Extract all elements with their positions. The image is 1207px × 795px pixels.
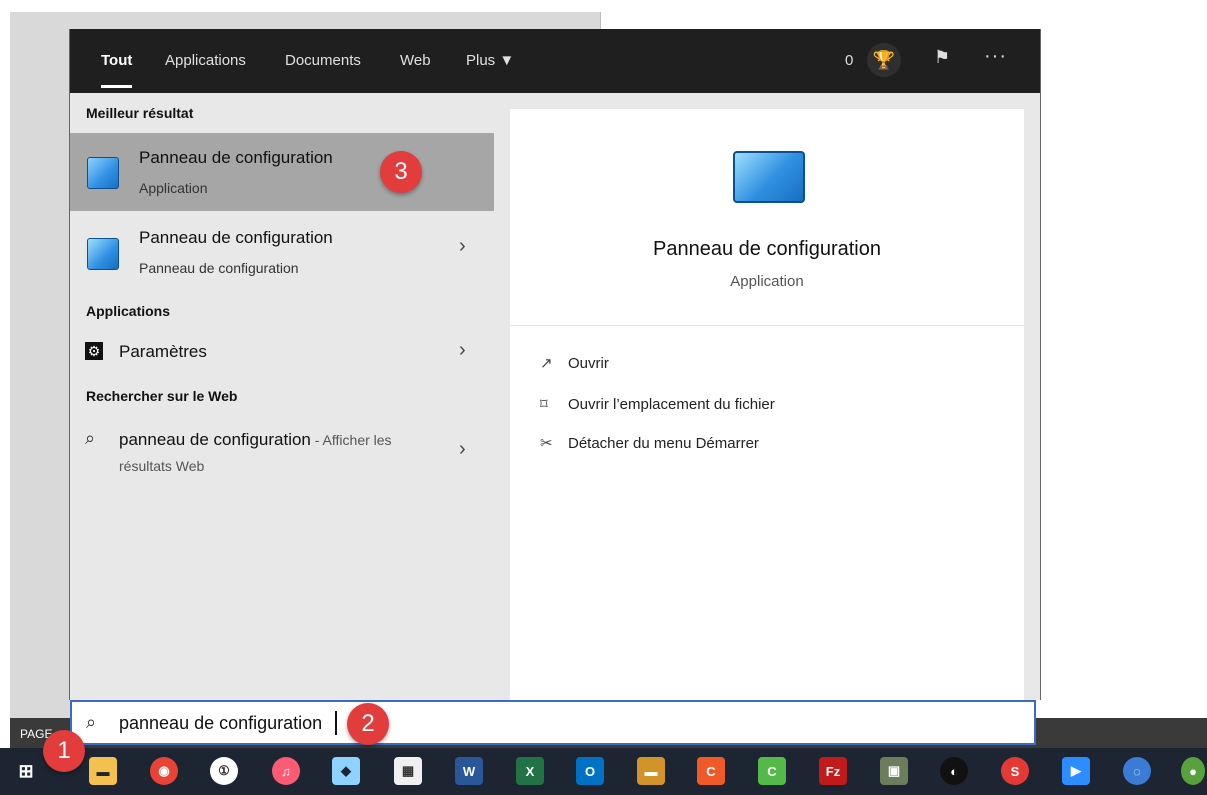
search-icon: ⌕: [86, 712, 97, 732]
gear-icon: ⚙: [85, 342, 103, 360]
preview-subtitle: Application: [730, 273, 804, 290]
app-icon[interactable]: ▬: [637, 757, 665, 785]
open-icon: ↗: [540, 355, 553, 372]
web-search-header: Rechercher sur le Web: [86, 388, 238, 404]
trophy-icon[interactable]: 🏆: [867, 43, 901, 77]
web-query-text: panneau de configuration: [119, 430, 311, 449]
tab-applications[interactable]: Applications: [165, 52, 246, 69]
rewards-points: 0: [845, 52, 854, 69]
preview-pane: Panneau de configuration Application ↗ Ou…: [510, 109, 1024, 700]
settings-label: Paramètres: [119, 342, 207, 361]
search-icon: ⌕: [85, 428, 96, 448]
best-match-title: Panneau de configuration: [139, 148, 333, 167]
control-panel-icon: [733, 151, 805, 203]
control-panel-icon: [87, 238, 119, 270]
chevron-right-icon[interactable]: ›: [459, 438, 466, 461]
excel-icon[interactable]: X: [516, 757, 544, 785]
filezilla-icon[interactable]: Fz: [819, 757, 847, 785]
applications-header: Applications: [86, 303, 171, 319]
results-list: Meilleur résultat Panneau de configurati…: [70, 93, 494, 700]
step-badge-2: 2: [347, 703, 389, 745]
tab-plus[interactable]: Plus ▼: [466, 52, 514, 69]
search-query-text: panneau de configuration: [119, 713, 323, 733]
best-match-subtitle: Application: [139, 180, 208, 196]
best-match-result[interactable]: Panneau de configuration Application: [70, 133, 494, 211]
chrome-icon[interactable]: ◉: [150, 757, 178, 785]
tab-documents[interactable]: Documents: [285, 52, 361, 69]
unpin-action[interactable]: ✂ Détacher du menu Démarrer: [540, 434, 759, 452]
tab-tout[interactable]: Tout: [101, 52, 133, 88]
step-badge-3: 3: [380, 151, 422, 193]
globe-icon[interactable]: ●: [1181, 757, 1205, 785]
text-caret: [335, 711, 337, 735]
control-panel-result[interactable]: Panneau de configuration Panneau de conf…: [70, 213, 494, 287]
preview-title: Panneau de configuration: [653, 238, 881, 260]
web-search-result[interactable]: ⌕ panneau de configuration - Afficher le…: [70, 423, 494, 479]
feedback-icon[interactable]: ⚑: [934, 47, 958, 71]
outlook-icon[interactable]: O: [576, 757, 604, 785]
calculator-icon[interactable]: ▦: [394, 757, 422, 785]
zoom-icon[interactable]: ▶: [1062, 757, 1090, 785]
file-location-icon: ⌑: [540, 396, 548, 413]
taskbar: 1 ⊞ ▬ ◉ ① ♫ ◆ ▦ W X O ▬ C C Fz ▣ ◐ S ▶ ◌…: [0, 730, 1207, 795]
itunes-icon[interactable]: ♫: [272, 757, 300, 785]
file-explorer-icon[interactable]: ▬: [89, 757, 117, 785]
support-icon[interactable]: ◌: [1123, 757, 1151, 785]
web-results-line: résultats Web: [119, 458, 205, 474]
open-action[interactable]: ↗ Ouvrir: [540, 354, 609, 372]
result-subtitle: Panneau de configuration: [139, 260, 299, 276]
windows-start-icon[interactable]: ⊞: [12, 757, 40, 785]
camtasia-recorder-icon[interactable]: C: [758, 757, 786, 785]
more-options-icon[interactable]: ···: [984, 45, 1010, 75]
app-icon[interactable]: ▣: [880, 757, 908, 785]
tab-web[interactable]: Web: [400, 52, 431, 69]
result-title: Panneau de configuration: [139, 228, 333, 247]
word-icon[interactable]: W: [455, 757, 483, 785]
search-tabs-bar: Tout Applications Documents Web Plus ▼ 0…: [70, 29, 1040, 93]
chevron-right-icon[interactable]: ›: [459, 339, 466, 362]
open-location-action[interactable]: ⌑ Ouvrir l’emplacement du fichier: [540, 395, 775, 413]
windows-search-panel: Tout Applications Documents Web Plus ▼ 0…: [69, 29, 1041, 700]
chevron-right-icon[interactable]: ›: [459, 235, 466, 258]
1password-icon[interactable]: ①: [210, 757, 238, 785]
best-match-header: Meilleur résultat: [86, 105, 194, 121]
control-panel-icon: [87, 157, 119, 189]
camtasia-icon[interactable]: C: [697, 757, 725, 785]
step-badge-1: 1: [43, 730, 85, 772]
app-icon[interactable]: ◆: [332, 757, 360, 785]
search-input[interactable]: ⌕ panneau de configuration 2: [70, 700, 1036, 745]
divider: [510, 325, 1024, 326]
settings-result[interactable]: ⚙ Paramètres ›: [70, 336, 494, 370]
app-icon[interactable]: ◐: [940, 757, 968, 785]
app-icon[interactable]: S: [1001, 757, 1029, 785]
web-query-suffix: - Afficher les: [310, 432, 392, 448]
unpin-icon: ✂: [540, 435, 553, 452]
